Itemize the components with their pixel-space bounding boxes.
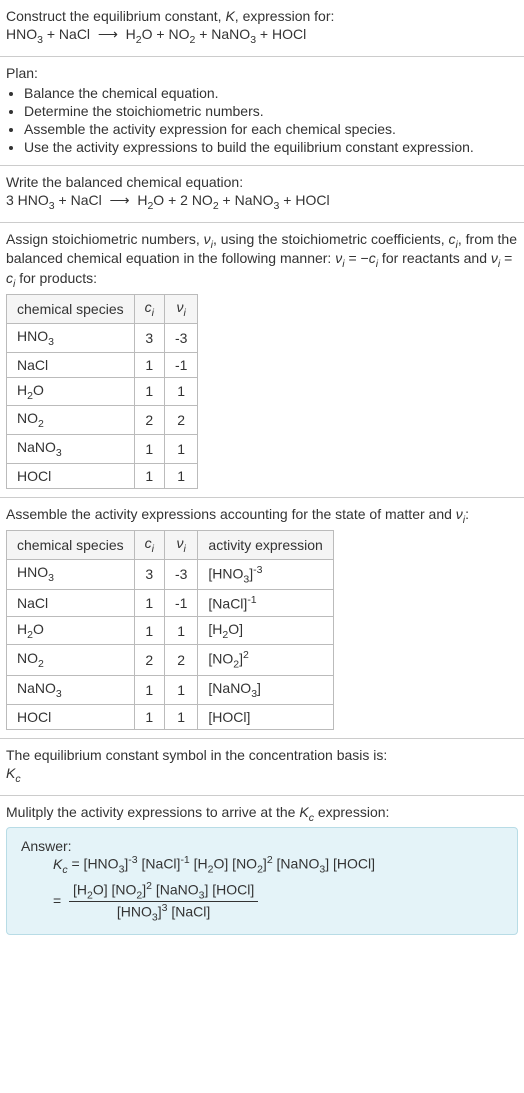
table-row: HOCl11 (7, 463, 198, 488)
activity-heading: Assemble the activity expressions accoun… (6, 506, 518, 526)
cell-ci: 2 (134, 645, 164, 675)
cell-vi: 1 (164, 463, 197, 488)
plan-item: Use the activity expressions to build th… (24, 139, 518, 155)
table-row: NaCl1-1 (7, 352, 198, 377)
plan-item: Assemble the activity expression for eac… (24, 121, 518, 137)
table-row: HOCl11[HOCl] (7, 704, 334, 729)
cell-activity: [HNO3]-3 (198, 559, 333, 589)
construct-heading: Construct the equilibrium constant, K, e… (6, 8, 518, 24)
activity-table: chemical species ci νi activity expressi… (6, 530, 334, 730)
col-vi: νi (164, 294, 197, 323)
cell-vi: -3 (164, 323, 197, 352)
balanced-equation: 3 HNO3 + NaCl ⟶ H2O + 2 NO2 + NaNO3 + HO… (6, 192, 518, 212)
cell-species: NaNO3 (7, 675, 135, 704)
cell-ci: 1 (134, 704, 164, 729)
cell-species: HNO3 (7, 559, 135, 589)
cell-species: NaNO3 (7, 435, 135, 464)
cell-ci: 1 (134, 675, 164, 704)
cell-species: NO2 (7, 645, 135, 675)
kc-symbol-heading: The equilibrium constant symbol in the c… (6, 747, 518, 763)
cell-ci: 1 (134, 352, 164, 377)
cell-ci: 3 (134, 559, 164, 589)
section-balanced: Write the balanced chemical equation: 3 … (0, 165, 524, 222)
stoich-heading: Assign stoichiometric numbers, νi, using… (6, 231, 518, 290)
cell-vi: 2 (164, 645, 197, 675)
cell-activity: [NO2]2 (198, 645, 333, 675)
table-row: HNO33-3 (7, 323, 198, 352)
multiply-heading: Mulitply the activity expressions to arr… (6, 804, 518, 824)
cell-ci: 2 (134, 406, 164, 435)
cell-vi: 1 (164, 704, 197, 729)
cell-ci: 1 (134, 435, 164, 464)
cell-vi: 1 (164, 377, 197, 406)
kc-symbol: Kc (6, 765, 518, 785)
cell-species: NO2 (7, 406, 135, 435)
table-row: H2O11 (7, 377, 198, 406)
col-activity: activity expression (198, 530, 333, 559)
table-row: H2O11[H2O] (7, 616, 334, 645)
cell-vi: 1 (164, 435, 197, 464)
table-row: NO222 (7, 406, 198, 435)
table-row: NaNO311[NaNO3] (7, 675, 334, 704)
table-row: NO222[NO2]2 (7, 645, 334, 675)
cell-species: H2O (7, 616, 135, 645)
table-row: HNO33-3[HNO3]-3 (7, 559, 334, 589)
cell-ci: 1 (134, 463, 164, 488)
cell-activity: [H2O] (198, 616, 333, 645)
cell-species: NaCl (7, 352, 135, 377)
kc-fraction: = [H2O] [NO2]2 [NaNO3] [HOCl] [HNO3]3 [N… (21, 880, 503, 924)
balanced-heading: Write the balanced chemical equation: (6, 174, 518, 190)
cell-vi: -3 (164, 559, 197, 589)
plan-list: Balance the chemical equation. Determine… (6, 85, 518, 155)
section-plan: Plan: Balance the chemical equation. Det… (0, 56, 524, 165)
cell-activity: [NaCl]-1 (198, 590, 333, 617)
fraction-denominator: [HNO3]3 [NaCl] (69, 902, 258, 923)
cell-species: NaCl (7, 590, 135, 617)
col-vi: νi (164, 530, 197, 559)
fraction-numerator: [H2O] [NO2]2 [NaNO3] [HOCl] (69, 880, 258, 902)
col-species: chemical species (7, 530, 135, 559)
section-answer: Mulitply the activity expressions to arr… (0, 795, 524, 943)
cell-vi: -1 (164, 352, 197, 377)
section-stoich: Assign stoichiometric numbers, νi, using… (0, 222, 524, 497)
cell-species: H2O (7, 377, 135, 406)
plan-item: Determine the stoichiometric numbers. (24, 103, 518, 119)
stoich-table: chemical species ci νi HNO33-3 NaCl1-1 H… (6, 294, 198, 489)
cell-ci: 1 (134, 590, 164, 617)
section-construct: Construct the equilibrium constant, K, e… (0, 0, 524, 56)
answer-label: Answer: (21, 838, 503, 854)
answer-box: Answer: Kc = [HNO3]-3 [NaCl]-1 [H2O] [NO… (6, 827, 518, 934)
cell-ci: 1 (134, 616, 164, 645)
table-row: NaNO311 (7, 435, 198, 464)
col-species: chemical species (7, 294, 135, 323)
section-kc-symbol: The equilibrium constant symbol in the c… (0, 738, 524, 795)
kc-expression: Kc = [HNO3]-3 [NaCl]-1 [H2O] [NO2]2 [NaN… (21, 854, 503, 875)
cell-vi: -1 (164, 590, 197, 617)
cell-species: HOCl (7, 704, 135, 729)
cell-activity: [HOCl] (198, 704, 333, 729)
cell-vi: 1 (164, 675, 197, 704)
cell-species: HNO3 (7, 323, 135, 352)
cell-species: HOCl (7, 463, 135, 488)
cell-ci: 3 (134, 323, 164, 352)
cell-ci: 1 (134, 377, 164, 406)
cell-vi: 2 (164, 406, 197, 435)
col-ci: ci (134, 530, 164, 559)
plan-heading: Plan: (6, 65, 518, 81)
unbalanced-equation: HNO3 + NaCl ⟶ H2O + NO2 + NaNO3 + HOCl (6, 26, 518, 46)
cell-activity: [NaNO3] (198, 675, 333, 704)
col-ci: ci (134, 294, 164, 323)
plan-item: Balance the chemical equation. (24, 85, 518, 101)
cell-vi: 1 (164, 616, 197, 645)
section-activity: Assemble the activity expressions accoun… (0, 497, 524, 738)
table-row: NaCl1-1[NaCl]-1 (7, 590, 334, 617)
